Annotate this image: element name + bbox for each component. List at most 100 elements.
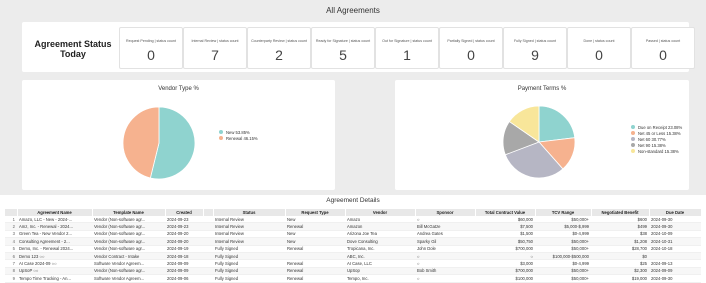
table-cell: UpSoP ○○ [17,267,92,276]
table-cell: Vendor (Non-software agr... [92,245,165,253]
legend-item[interactable]: Net 45 or Less 15.38% [631,130,682,136]
table-cell: 2024-09-30 [649,216,701,224]
column-header[interactable]: Status [213,209,286,216]
table-cell: Amz, Inc. - Renewal - 2024... [17,222,92,231]
table-cell [203,222,213,231]
table-cell: 2024-09-09 [165,259,203,268]
table-row[interactable]: 8 UpSoP ○○ Vendor (Non-software agr... 2024… [5,267,701,276]
legend-item[interactable]: Non-standard 15.38% [631,148,682,154]
details-title: Agreement Details [326,197,380,204]
table-row[interactable]: 7 AI Case 2024-09 ○○ Software Vendor Agree… [5,259,701,268]
legend-label: Net 90 15.38% [638,142,666,148]
status-card[interactable]: Fully Signed | status count 9 [503,27,567,69]
legend-swatch [219,136,223,140]
status-card[interactable]: Request Pending | status count 0 [119,27,183,69]
table-cell: 2024-09-30 [649,274,701,283]
table-cell: ○ [415,259,475,268]
table-cell: $700,000 [475,267,535,276]
table-cell: $7,500 [475,222,535,231]
table-cell: 2024-09-09 [165,267,203,276]
table-row[interactable]: 2 Amz, Inc. - Renewal - 2024... Vendor (No… [5,222,701,231]
table-cell [203,230,213,239]
table-row[interactable]: 1 Amazo, LLC - New - 2024-... Vendor (Non-… [5,216,701,224]
column-header[interactable]: Negotiated Benefit [591,209,650,216]
column-header[interactable]: Due Date [649,209,702,216]
table-row[interactable]: 4 Consulting Agreement - 2... Vendor (Non-… [5,237,701,246]
status-card[interactable]: Counterparty Review | status count 2 [247,27,311,69]
legend-label: Renewal 46.15% [226,135,258,141]
vendor-type-pie [122,106,196,180]
table-cell: $28,700 [591,245,649,253]
column-header[interactable]: Created [165,209,204,216]
legend-swatch [631,131,635,135]
table-cell: $3,000 [475,259,535,268]
status-card[interactable]: Partially Signed | status count 0 [439,27,503,69]
table-cell: Consulting Agreement - 2... [17,237,92,246]
agreement-details-table: Agreement Name Template Name Created Status… [5,209,702,283]
column-header[interactable]: Vendor [345,209,416,216]
table-cell: ○ [475,252,535,261]
table-cell: $50,750 [475,237,535,246]
table-cell: $19,000 [591,274,649,283]
table-cell: $100,000 [475,274,535,283]
table-cell: Vendor (Non-software agr... [92,237,165,246]
legend-item[interactable]: Renewal 46.15% [219,135,258,141]
table-cell: Bob Smith [415,267,475,276]
table-cell: New [285,216,345,224]
table-cell: Vendor (Non-software agr... [92,230,165,239]
legend-label: Net 60 30.77% [638,136,666,142]
column-header[interactable]: Agreement Name [17,209,93,216]
column-header[interactable]: Total Contract Value [475,209,536,216]
table-cell: Fully Signed [213,267,285,276]
legend-label: New 53.85% [226,129,250,135]
table-row[interactable]: 9 Tempo Time Tracking - An... Software Ven… [5,274,701,283]
table-cell: 2024-09-23 [165,216,203,224]
table-cell: $1,208 [591,237,649,246]
legend-item[interactable]: Due on Receipt 23.08% [631,124,682,130]
table-cell: 2024-09-20 [165,230,203,239]
table-cell: 3 [5,230,17,239]
column-header[interactable] [5,209,18,216]
status-card[interactable]: Passed | status count 0 [631,27,695,69]
legend-swatch [631,137,635,141]
status-card[interactable]: Ready for Signature | status count 5 [311,27,375,69]
table-cell: Sparky Gil [415,237,475,246]
table-cell: $50,000+ [535,237,591,246]
table-cell: $0-4,999 [535,230,591,239]
status-panel: Agreement Status Today Request Pending |… [22,22,695,72]
table-cell [203,259,213,268]
column-header[interactable]: Template Name [92,209,166,216]
table-row[interactable]: 6 Demo 123 ○○ Vendor Contract - Intake 2024… [5,252,701,261]
legend-swatch [631,125,635,129]
status-card-label: Done | status count [583,39,615,43]
table-cell: $0-4,999 [535,259,591,268]
table-row[interactable]: 5 Demo, Inc. - Renewal 2024... Vendor (Non… [5,245,701,253]
table-cell: Arizona Joe Tea [345,230,415,239]
table-row[interactable]: 3 Green Tea - New Vendor 2... Vendor (Non-… [5,230,701,239]
table-cell: Internal Review [213,237,285,246]
status-card[interactable]: Internal Review | status count 7 [183,27,247,69]
table-cell: $38 [591,230,649,239]
legend-label: Net 45 or Less 15.38% [638,130,681,136]
table-cell: Fully Signed [213,259,285,268]
status-card[interactable]: Done | status count 0 [567,27,631,69]
table-cell: Fully Signed [213,245,285,253]
status-card-label: Partially Signed | status count [447,39,495,43]
table-cell: Software Vendor Agreem... [92,259,165,268]
column-header[interactable]: TCV Range [535,209,592,216]
table-cell: Amazon [345,222,415,231]
table-cell: Renewal [285,274,345,283]
status-card-count: 0 [467,47,475,63]
table-cell: $100,000-$500,000 [535,252,591,261]
table-cell: 2024-10-31 [649,237,701,246]
status-card-count: 0 [147,47,155,63]
status-card[interactable]: Out for Signature | status count 1 [375,27,439,69]
table-cell [649,252,701,261]
column-header[interactable]: Request Type [285,209,346,216]
table-cell: New [285,237,345,246]
column-header[interactable]: Sponsor [415,209,476,216]
status-heading: Agreement Status Today [34,39,112,59]
pie-slice-due-on-receipt[interactable] [538,105,576,143]
column-header[interactable] [203,209,214,216]
table-cell: Vendor Contract - Intake [92,252,165,261]
